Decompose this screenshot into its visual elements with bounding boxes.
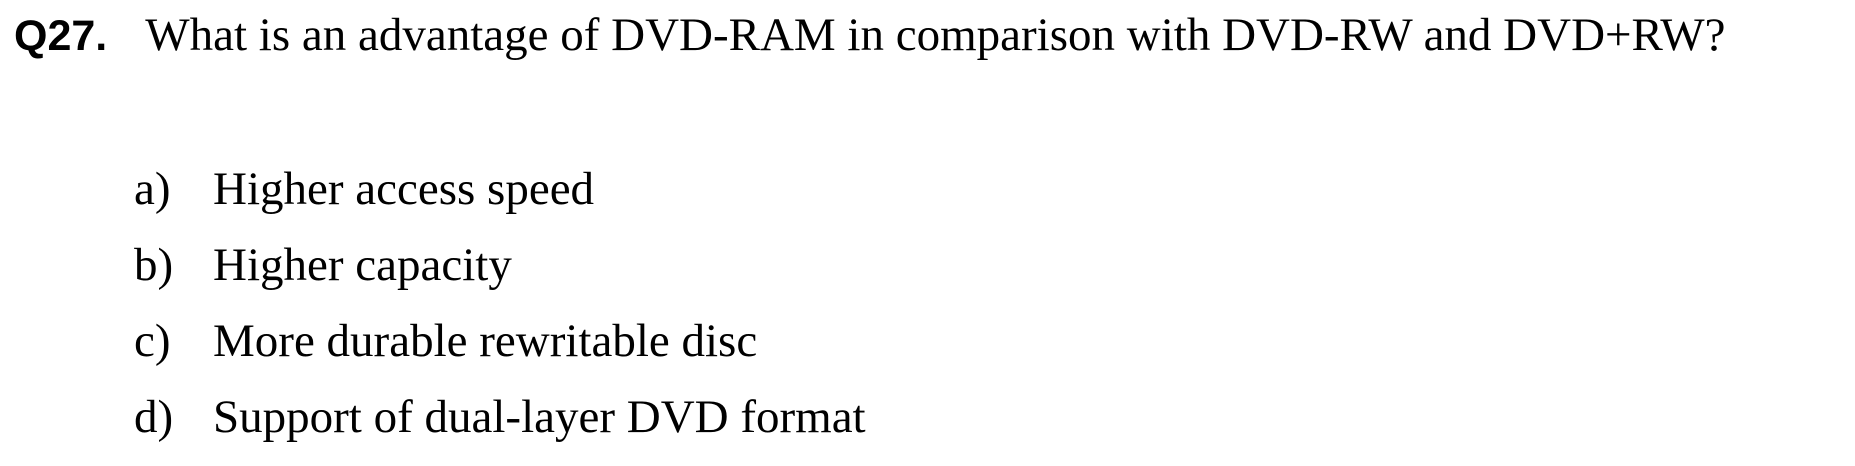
answer-option-b: b) Higher capacity [134, 238, 866, 314]
option-text: Higher capacity [213, 239, 512, 291]
option-letter: b) [134, 239, 174, 291]
option-text: Support of dual-layer DVD format [213, 391, 866, 443]
question-text: What is an advantage of DVD-RAM in compa… [145, 9, 1726, 61]
option-letter: d) [134, 391, 174, 443]
answer-options-list: a) Higher access speed b) Higher capacit… [134, 162, 866, 466]
option-letter: a) [134, 163, 171, 215]
question-number: Q27. [14, 12, 108, 60]
question-header: Q27. What is an advantage of DVD-RAM in … [14, 8, 1726, 62]
answer-option-d: d) Support of dual-layer DVD format [134, 390, 866, 466]
option-text: More durable rewritable disc [213, 315, 758, 367]
option-text: Higher access speed [213, 163, 595, 215]
option-letter: c) [134, 315, 171, 367]
answer-option-a: a) Higher access speed [134, 162, 866, 238]
answer-option-c: c) More durable rewritable disc [134, 314, 866, 390]
